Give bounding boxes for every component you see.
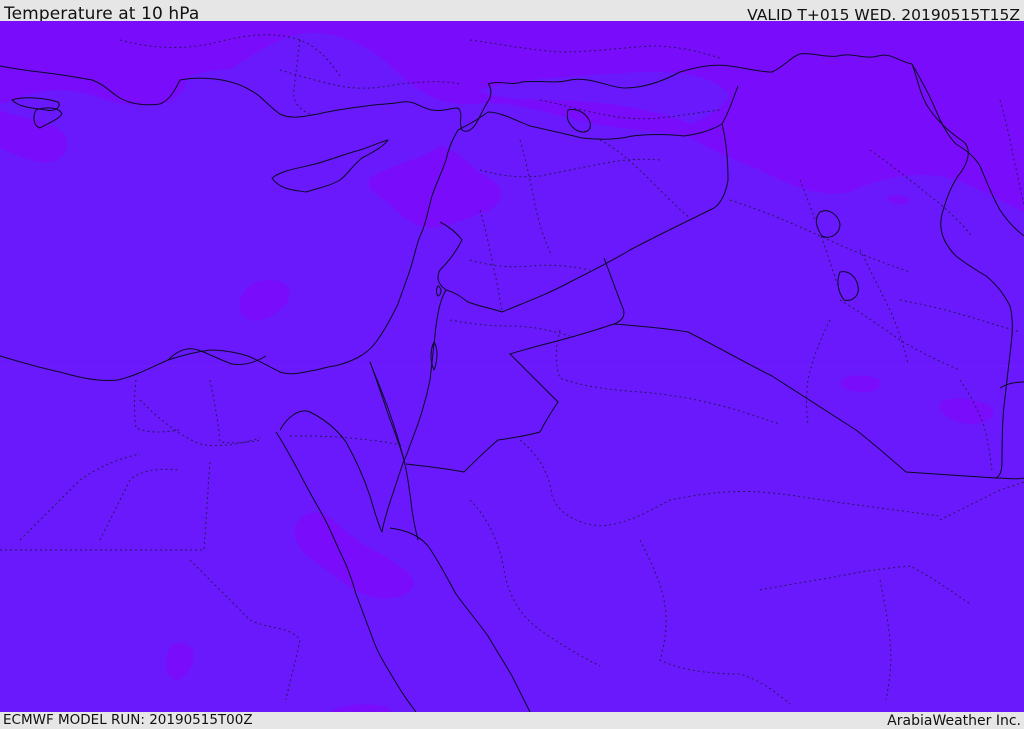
header-bar: Temperature at 10 hPa VALID T+015 WED. 2…	[0, 0, 1024, 24]
map-canvas	[0, 21, 1024, 712]
temperature-map	[0, 21, 1024, 712]
footer-bar: ECMWF MODEL RUN: 20190515T00Z ArabiaWeat…	[0, 712, 1024, 729]
model-run-label: ECMWF MODEL RUN: 20190515T00Z	[3, 712, 253, 728]
credit-label: ArabiaWeather Inc.	[887, 713, 1021, 729]
weather-map-page: Temperature at 10 hPa VALID T+015 WED. 2…	[0, 0, 1024, 729]
